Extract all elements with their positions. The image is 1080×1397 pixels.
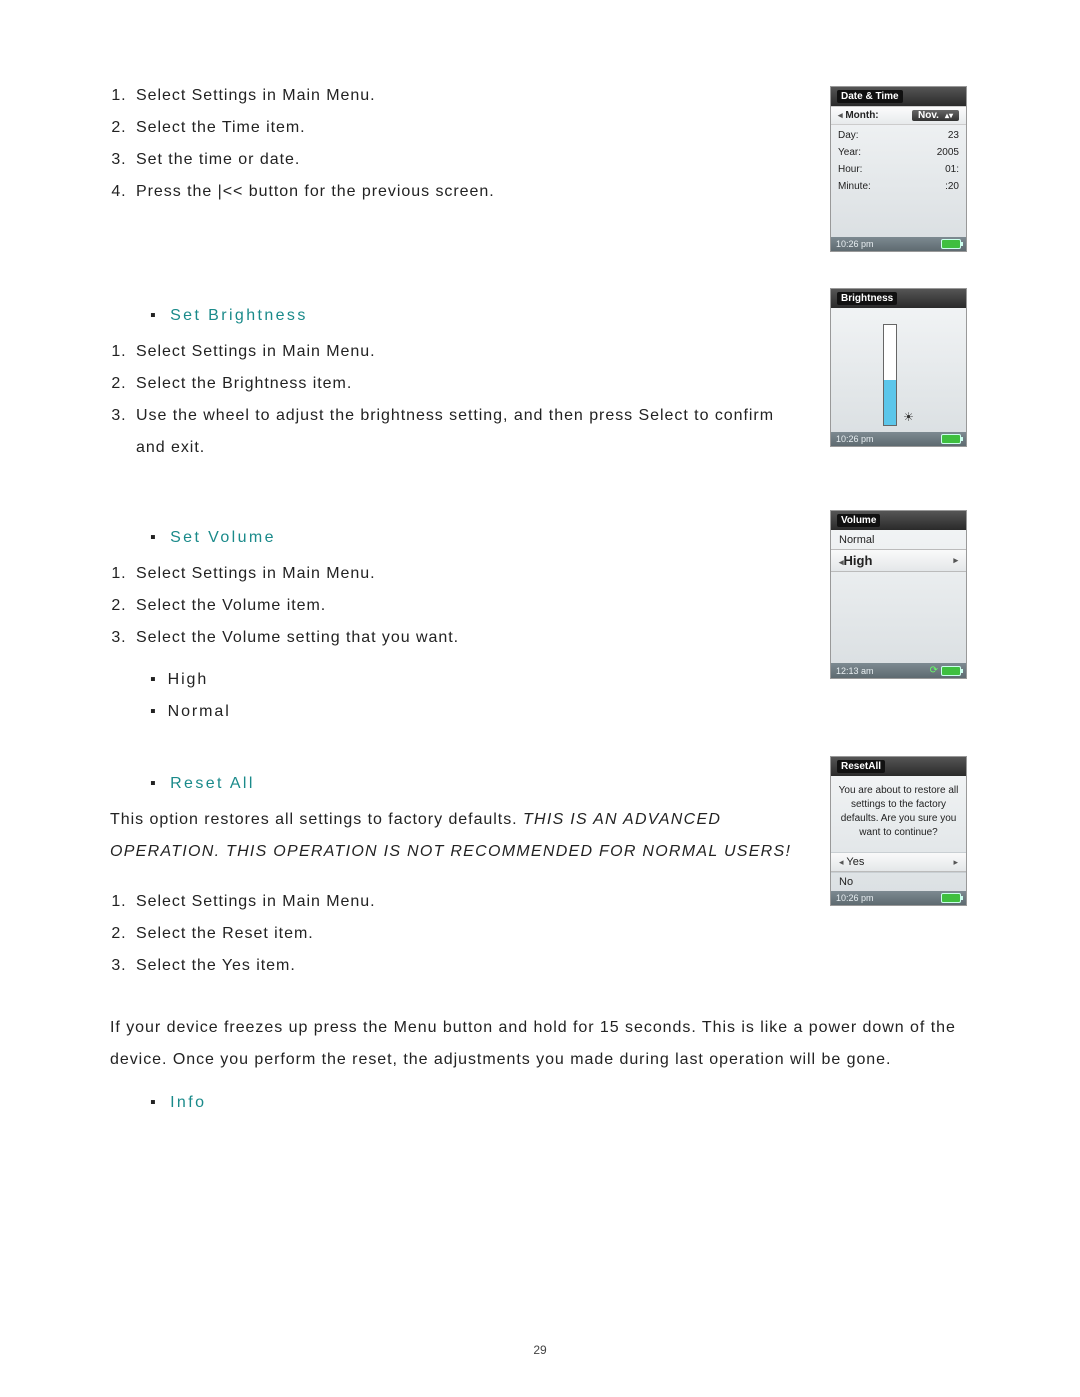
brightness-bar bbox=[883, 324, 897, 426]
step: Select Settings in Main Menu. bbox=[132, 336, 800, 368]
step: Select the Volume setting that you want. bbox=[132, 622, 800, 654]
device-reset-message: You are about to restore all settings to… bbox=[831, 776, 966, 852]
battery-icon bbox=[941, 666, 961, 676]
sync-icon: ⟳ bbox=[930, 665, 938, 676]
device-status-time: 10:26 pm bbox=[836, 239, 874, 249]
device-row: Hour:01: bbox=[831, 161, 966, 178]
screenshot-reset: ResetAll You are about to restore all se… bbox=[830, 756, 967, 906]
set-brightness-steps: Select Settings in Main Menu. Select the… bbox=[110, 336, 800, 464]
heading-info: Info bbox=[150, 1094, 970, 1112]
device-option-no: No bbox=[831, 872, 966, 891]
device-title: ResetAll bbox=[837, 760, 885, 773]
heading-reset-all: Reset All bbox=[150, 768, 800, 800]
set-volume-steps: Select Settings in Main Menu. Select the… bbox=[110, 558, 800, 654]
device-row: Day:23 bbox=[831, 127, 966, 144]
step: Select the Brightness item. bbox=[132, 368, 800, 400]
device-list-item: Normal bbox=[831, 531, 966, 549]
device-option-yes: ◂ Yes▸ bbox=[831, 852, 966, 872]
freeze-note: If your device freezes up press the Menu… bbox=[110, 1012, 970, 1076]
step: Press the |<< button for the previous sc… bbox=[132, 176, 800, 208]
step: Select Settings in Main Menu. bbox=[132, 80, 800, 112]
heading-set-brightness: Set Brightness bbox=[150, 300, 800, 332]
device-status-time: 12:13 am bbox=[836, 666, 874, 676]
device-list-item-selected: ◂High▸ bbox=[831, 549, 966, 572]
battery-icon bbox=[941, 239, 961, 249]
field-label: Month: bbox=[845, 110, 878, 121]
page-number: 29 bbox=[0, 1343, 1080, 1357]
step: Select the Reset item. bbox=[132, 918, 800, 950]
device-status-time: 10:26 pm bbox=[836, 434, 874, 444]
reset-intro: This option restores all settings to fac… bbox=[110, 804, 800, 868]
screenshot-date-time: Date & Time ◂ Month: Nov.▴▾ Day:23 Year:… bbox=[830, 86, 967, 252]
reset-steps: Select Settings in Main Menu. Select the… bbox=[110, 886, 800, 982]
step: Select the Time item. bbox=[132, 112, 800, 144]
device-title: Date & Time bbox=[837, 90, 903, 103]
device-row: Year:2005 bbox=[831, 144, 966, 161]
step: Select the Yes item. bbox=[132, 950, 800, 982]
set-time-steps: Select Settings in Main Menu. Select the… bbox=[110, 80, 800, 208]
brightness-icon: ☀ bbox=[903, 410, 914, 424]
battery-icon bbox=[941, 434, 961, 444]
option: High bbox=[150, 664, 800, 696]
device-status-time: 10:26 pm bbox=[836, 893, 874, 903]
step: Use the wheel to adjust the brightness s… bbox=[132, 400, 800, 464]
device-title: Brightness bbox=[837, 292, 897, 305]
battery-icon bbox=[941, 893, 961, 903]
heading-set-volume: Set Volume bbox=[150, 522, 800, 554]
field-value: Nov. bbox=[918, 110, 939, 121]
brightness-fill bbox=[884, 380, 896, 425]
step: Select Settings in Main Menu. bbox=[132, 886, 800, 918]
screenshot-brightness: Brightness ☀ 10:26 pm bbox=[830, 288, 967, 447]
device-row: Minute::20 bbox=[831, 178, 966, 195]
volume-options: High Normal bbox=[150, 664, 800, 728]
device-title: Volume bbox=[837, 514, 880, 527]
screenshot-volume: Volume Normal ◂High▸ 12:13 am ⟳ bbox=[830, 510, 967, 679]
step: Set the time or date. bbox=[132, 144, 800, 176]
device-selected-row: ◂ Month: Nov.▴▾ bbox=[831, 106, 966, 125]
step: Select the Volume item. bbox=[132, 590, 800, 622]
step: Select Settings in Main Menu. bbox=[132, 558, 800, 590]
option: Normal bbox=[150, 696, 800, 728]
